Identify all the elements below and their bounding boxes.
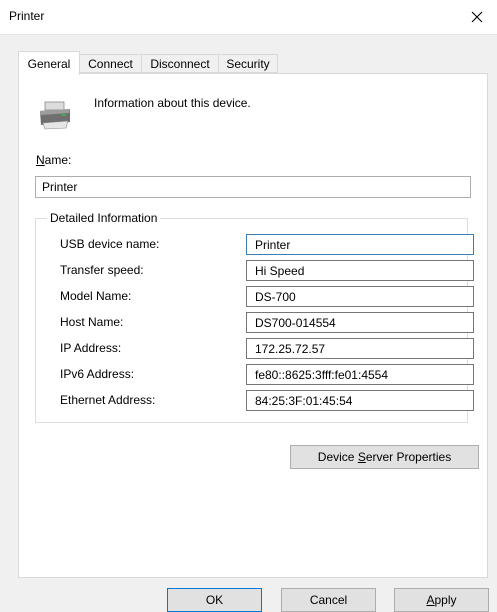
printer-icon <box>40 101 70 130</box>
close-button[interactable] <box>457 0 497 34</box>
name-label-accel: N <box>36 153 45 167</box>
info-text: Information about this device. <box>94 96 251 110</box>
ipv6-address-label: IPv6 Address: <box>60 367 135 381</box>
device-server-properties-button[interactable]: Device Server Properties <box>290 445 479 469</box>
device-server-properties-label: Device Server Properties <box>317 450 452 464</box>
ok-button[interactable]: OK <box>167 588 262 612</box>
tab-security[interactable]: Security <box>218 54 278 73</box>
name-label-rest: ame: <box>44 153 72 167</box>
ethernet-address-label: Ethernet Address: <box>60 393 156 407</box>
tab-disconnect-label: Disconnect <box>150 56 210 71</box>
tab-connect-label: Connect <box>88 56 133 71</box>
window-title: Printer <box>9 9 45 23</box>
apply-button[interactable]: Apply <box>394 588 489 612</box>
cancel-button-label: Cancel <box>309 593 348 607</box>
transfer-speed-label: Transfer speed: <box>60 263 144 277</box>
title-bar: Printer <box>0 0 497 35</box>
cancel-button[interactable]: Cancel <box>281 588 376 612</box>
ip-address-label: IP Address: <box>60 341 122 355</box>
model-name-value[interactable]: DS-700 <box>246 286 474 307</box>
name-field[interactable]: Printer <box>35 176 471 198</box>
close-icon <box>471 11 483 23</box>
apply-button-label: Apply <box>426 593 457 607</box>
tab-disconnect[interactable]: Disconnect <box>141 54 219 73</box>
ok-button-label: OK <box>205 593 224 607</box>
usb-device-name-value[interactable]: Printer <box>246 234 474 255</box>
tab-connect[interactable]: Connect <box>79 54 142 73</box>
usb-device-name-label: USB device name: <box>60 237 160 251</box>
general-panel: Information about this device. Name: Pri… <box>18 73 488 578</box>
ip-address-value[interactable]: 172.25.72.57 <box>246 338 474 359</box>
detailed-information-group: Detailed Information USB device name: Pr… <box>35 211 474 423</box>
tab-general[interactable]: General <box>18 51 80 75</box>
transfer-speed-value[interactable]: Hi Speed <box>246 260 474 281</box>
model-name-label: Model Name: <box>60 289 132 303</box>
host-name-label: Host Name: <box>60 315 124 329</box>
tab-general-label: General <box>27 56 71 71</box>
host-name-value[interactable]: DS700-014554 <box>246 312 474 333</box>
tab-security-label: Security <box>226 56 270 71</box>
group-title: Detailed Information <box>47 211 161 225</box>
name-label: Name: <box>36 153 71 167</box>
ipv6-address-value[interactable]: fe80::8625:3fff:fe01:4554 <box>246 364 474 385</box>
ethernet-address-value[interactable]: 84:25:3F:01:45:54 <box>246 390 474 411</box>
